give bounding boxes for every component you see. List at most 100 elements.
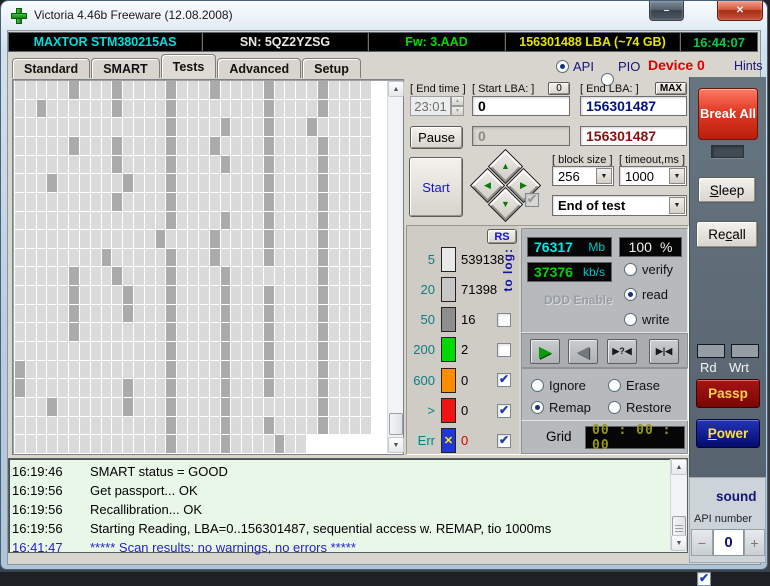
power-button[interactable]: Power bbox=[696, 419, 760, 448]
scan-block bbox=[15, 305, 25, 323]
jump-end-button[interactable]: ▶|◀ bbox=[649, 339, 679, 364]
latency-threshold-label: > bbox=[409, 403, 435, 418]
defect-action-remap[interactable]: Remap bbox=[531, 400, 591, 415]
stepper-down-icon[interactable]: ▼ bbox=[451, 106, 464, 116]
timeout-select[interactable]: 1000 ▼ bbox=[619, 166, 687, 186]
recall-button[interactable]: Recall bbox=[696, 221, 758, 248]
log-entries: 16:19:46SMART status = GOOD16:19:56Get p… bbox=[12, 462, 662, 557]
access-mode-verify[interactable]: verify bbox=[624, 262, 673, 277]
to-log-checkbox[interactable] bbox=[497, 404, 511, 418]
chevron-down-icon[interactable]: ▼ bbox=[669, 197, 685, 214]
scan-block bbox=[210, 137, 220, 155]
scan-block bbox=[350, 361, 360, 379]
scan-block bbox=[188, 398, 198, 416]
scan-block bbox=[123, 193, 133, 211]
scan-block bbox=[307, 81, 317, 99]
scan-block bbox=[102, 137, 112, 155]
write-radio[interactable] bbox=[624, 313, 637, 326]
erase-radio[interactable] bbox=[608, 379, 621, 392]
api-number-increment-button[interactable]: + bbox=[744, 529, 765, 556]
latency-row: 5016 bbox=[409, 307, 501, 333]
api-number-decrement-button[interactable]: − bbox=[691, 529, 713, 556]
stepper-up-icon[interactable]: ▲ bbox=[451, 96, 464, 106]
scan-block bbox=[145, 118, 155, 136]
end-lba-max-button[interactable]: MAX bbox=[655, 82, 687, 95]
seek-pad-checkbox[interactable] bbox=[525, 193, 539, 207]
scan-block bbox=[350, 156, 360, 174]
percent-unit: % bbox=[660, 239, 672, 255]
scroll-up-icon[interactable]: ▲ bbox=[388, 81, 404, 97]
block-size-select[interactable]: 256 ▼ bbox=[552, 166, 614, 186]
remap-radio[interactable] bbox=[531, 401, 544, 414]
defect-action-restore[interactable]: Restore bbox=[608, 400, 672, 415]
passport-button[interactable]: Passp bbox=[696, 379, 760, 408]
to-log-checkbox[interactable] bbox=[497, 373, 511, 387]
tab-setup[interactable]: Setup bbox=[302, 58, 361, 78]
scan-block bbox=[166, 286, 176, 304]
scan-block bbox=[123, 118, 133, 136]
scroll-thumb[interactable] bbox=[389, 413, 403, 435]
scroll-down-icon[interactable]: ▼ bbox=[671, 535, 687, 551]
chevron-down-icon[interactable]: ▼ bbox=[669, 168, 685, 184]
scan-block bbox=[221, 435, 231, 453]
scan-block bbox=[253, 249, 263, 267]
scan-block bbox=[318, 174, 328, 192]
defect-action-erase[interactable]: Erase bbox=[608, 378, 660, 393]
scan-block bbox=[37, 342, 47, 360]
start-button[interactable]: Start bbox=[409, 157, 463, 217]
end-lba-field[interactable]: 156301487 bbox=[580, 96, 687, 116]
sleep-button[interactable]: Sleep bbox=[698, 177, 756, 203]
start-lba-reset-button[interactable]: 0 bbox=[548, 82, 570, 95]
scan-block bbox=[199, 361, 209, 379]
tab-tests[interactable]: Tests bbox=[161, 54, 217, 78]
scan-block bbox=[275, 323, 285, 341]
log-timestamp: 16:41:47 bbox=[12, 540, 90, 555]
scan-block bbox=[177, 305, 187, 323]
jump-error-button[interactable]: ▶?◀ bbox=[607, 339, 637, 364]
scan-block bbox=[350, 323, 360, 341]
log-scrollbar[interactable]: ▲ ▼ bbox=[670, 459, 686, 551]
ignore-radio[interactable] bbox=[531, 379, 544, 392]
scroll-up-icon[interactable]: ▲ bbox=[671, 459, 687, 475]
restore-radio[interactable] bbox=[608, 401, 621, 414]
scan-block bbox=[15, 137, 25, 155]
scroll-down-icon[interactable]: ▼ bbox=[388, 437, 404, 453]
after-scan-action-select[interactable]: End of test ▼ bbox=[552, 195, 687, 216]
scan-block bbox=[199, 323, 209, 341]
latency-row: 2002 bbox=[409, 337, 501, 363]
api-radio[interactable] bbox=[556, 60, 569, 73]
scan-block bbox=[231, 81, 241, 99]
end-time-field[interactable]: 23:01 bbox=[410, 96, 451, 116]
reset-stats-button[interactable]: RS bbox=[487, 229, 517, 244]
close-button[interactable]: ✕ bbox=[717, 1, 763, 21]
step-back-button[interactable]: ◀ bbox=[568, 339, 598, 364]
access-mode-write[interactable]: write bbox=[624, 312, 669, 327]
scan-block bbox=[69, 361, 79, 379]
tab-standard[interactable]: Standard bbox=[12, 58, 90, 78]
scan-block bbox=[47, 342, 57, 360]
verify-radio[interactable] bbox=[624, 263, 637, 276]
scan-block bbox=[177, 100, 187, 118]
start-lba-field[interactable]: 0 bbox=[472, 96, 570, 116]
end-time-stepper[interactable]: ▲ ▼ bbox=[451, 96, 464, 116]
pause-button[interactable]: Pause bbox=[410, 126, 463, 149]
minimize-button[interactable]: – bbox=[649, 1, 684, 21]
sound-checkbox[interactable] bbox=[697, 572, 711, 586]
chevron-down-icon[interactable]: ▼ bbox=[596, 168, 612, 184]
scan-block bbox=[15, 249, 25, 267]
access-mode-read[interactable]: read bbox=[624, 287, 668, 302]
read-radio[interactable] bbox=[624, 288, 637, 301]
scan-grid-scrollbar[interactable]: ▲ ▼ bbox=[387, 81, 403, 453]
tab-smart[interactable]: SMART bbox=[91, 58, 159, 78]
tab-advanced[interactable]: Advanced bbox=[217, 58, 301, 78]
scan-block bbox=[307, 137, 317, 155]
to-log-checkbox[interactable] bbox=[497, 343, 511, 357]
defect-action-ignore[interactable]: Ignore bbox=[531, 378, 586, 393]
scan-block bbox=[91, 305, 101, 323]
scan-block bbox=[58, 286, 68, 304]
play-button[interactable]: ▶ bbox=[530, 339, 560, 364]
scan-block bbox=[102, 118, 112, 136]
to-log-checkbox[interactable] bbox=[497, 434, 511, 448]
break-all-button[interactable]: Break All bbox=[698, 88, 758, 140]
to-log-checkbox[interactable] bbox=[497, 313, 511, 327]
